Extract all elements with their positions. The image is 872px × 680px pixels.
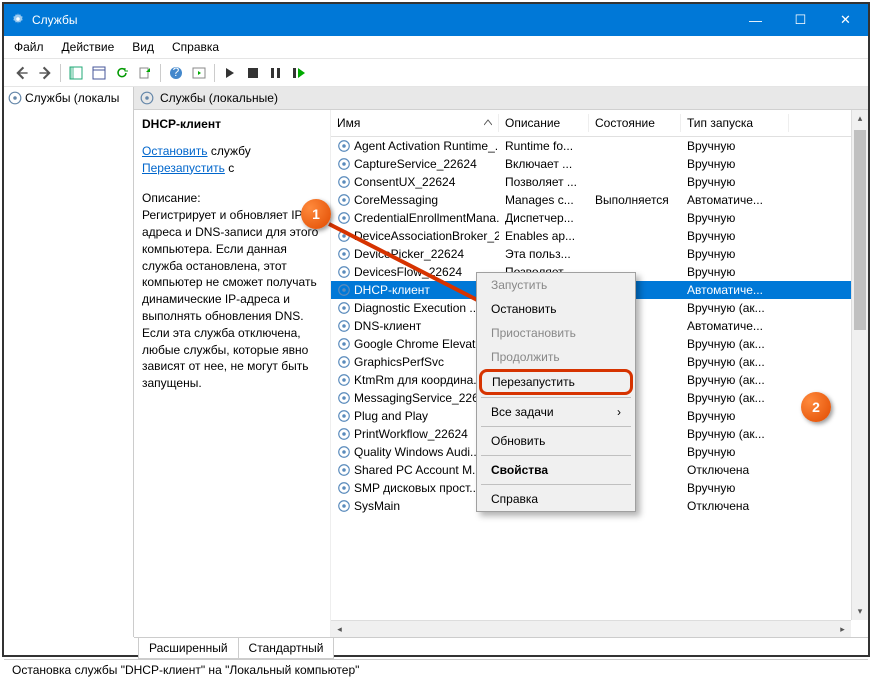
- menubar: Файл Действие Вид Справка: [4, 36, 868, 59]
- ctx-alltasks[interactable]: Все задачи: [477, 400, 635, 424]
- svg-text:?: ?: [173, 66, 180, 79]
- link-stop[interactable]: Остановить: [142, 144, 208, 158]
- table-row[interactable]: CaptureService_22624Включает ...Вручную: [331, 155, 868, 173]
- menu-action[interactable]: Действие: [62, 40, 115, 54]
- ctx-refresh[interactable]: Обновить: [477, 429, 635, 453]
- minimize-button[interactable]: —: [733, 4, 778, 36]
- pane-header: Службы (локальные): [134, 87, 868, 110]
- annotation-marker-1: 1: [301, 199, 331, 229]
- tree-node-services[interactable]: Службы (локалы: [8, 91, 129, 105]
- ctx-stop[interactable]: Остановить: [477, 297, 635, 321]
- service-list: Имя Описание Состояние Тип запуска Agent…: [330, 110, 868, 637]
- col-name[interactable]: Имя: [331, 114, 499, 132]
- toolbar-icon[interactable]: [66, 63, 86, 83]
- context-menu: Запустить Остановить Приостановить Продо…: [476, 272, 636, 512]
- ctx-pause: Приостановить: [477, 321, 635, 345]
- gear-icon: [4, 12, 32, 29]
- col-desc[interactable]: Описание: [499, 114, 589, 132]
- refresh-icon[interactable]: [112, 63, 132, 83]
- table-row[interactable]: ConsentUX_22624Позволяет ...Вручную: [331, 173, 868, 191]
- play-icon[interactable]: [220, 63, 240, 83]
- restart-icon[interactable]: [289, 63, 309, 83]
- ctx-help[interactable]: Справка: [477, 487, 635, 511]
- ctx-start: Запустить: [477, 273, 635, 297]
- toolbar: ?: [4, 59, 868, 87]
- scrollbar-horizontal[interactable]: ◂▸: [331, 620, 851, 637]
- col-state[interactable]: Состояние: [589, 114, 681, 132]
- tree-pane: Службы (локалы: [4, 87, 134, 637]
- menu-view[interactable]: Вид: [132, 40, 154, 54]
- stop-icon[interactable]: [243, 63, 263, 83]
- link-restart[interactable]: Перезапустить: [142, 161, 225, 175]
- tab-standard[interactable]: Стандартный: [238, 638, 335, 659]
- pause-icon[interactable]: [266, 63, 286, 83]
- scrollbar-vertical[interactable]: ▴▾: [851, 110, 868, 620]
- forward-icon[interactable]: [35, 63, 55, 83]
- menu-file[interactable]: Файл: [14, 40, 44, 54]
- tree-label: Службы (локалы: [25, 91, 119, 105]
- window-title: Службы: [32, 13, 733, 27]
- toolbar-icon[interactable]: [189, 63, 209, 83]
- status-bar: Остановка службы "DHCP-клиент" на "Локал…: [4, 659, 868, 680]
- pane-title: Службы (локальные): [160, 91, 278, 105]
- column-headers: Имя Описание Состояние Тип запуска: [331, 110, 868, 137]
- export-icon[interactable]: [135, 63, 155, 83]
- help-icon[interactable]: ?: [166, 63, 186, 83]
- ctx-restart[interactable]: Перезапустить: [479, 369, 633, 395]
- col-start[interactable]: Тип запуска: [681, 114, 789, 132]
- toolbar-icon[interactable]: [89, 63, 109, 83]
- annotation-marker-2: 2: [801, 392, 831, 422]
- info-pane: DHCP-клиент Остановить службу Перезапуст…: [134, 110, 330, 637]
- back-icon[interactable]: [12, 63, 32, 83]
- desc-text: Регистрирует и обновляет IP адреса и DNS…: [142, 208, 318, 390]
- tab-extended[interactable]: Расширенный: [138, 638, 239, 659]
- close-button[interactable]: ✕: [823, 4, 868, 36]
- table-row[interactable]: CoreMessagingManages c...ВыполняетсяАвто…: [331, 191, 868, 209]
- ctx-props[interactable]: Свойства: [477, 458, 635, 482]
- view-tabs: Расширенный Стандартный: [134, 637, 868, 659]
- table-row[interactable]: Agent Activation Runtime_...Runtime fo..…: [331, 137, 868, 155]
- service-name: DHCP-клиент: [142, 116, 322, 133]
- ctx-resume: Продолжить: [477, 345, 635, 369]
- desc-label: Описание:: [142, 191, 201, 205]
- menu-help[interactable]: Справка: [172, 40, 219, 54]
- titlebar: Службы — ☐ ✕: [4, 4, 868, 36]
- maximize-button[interactable]: ☐: [778, 4, 823, 36]
